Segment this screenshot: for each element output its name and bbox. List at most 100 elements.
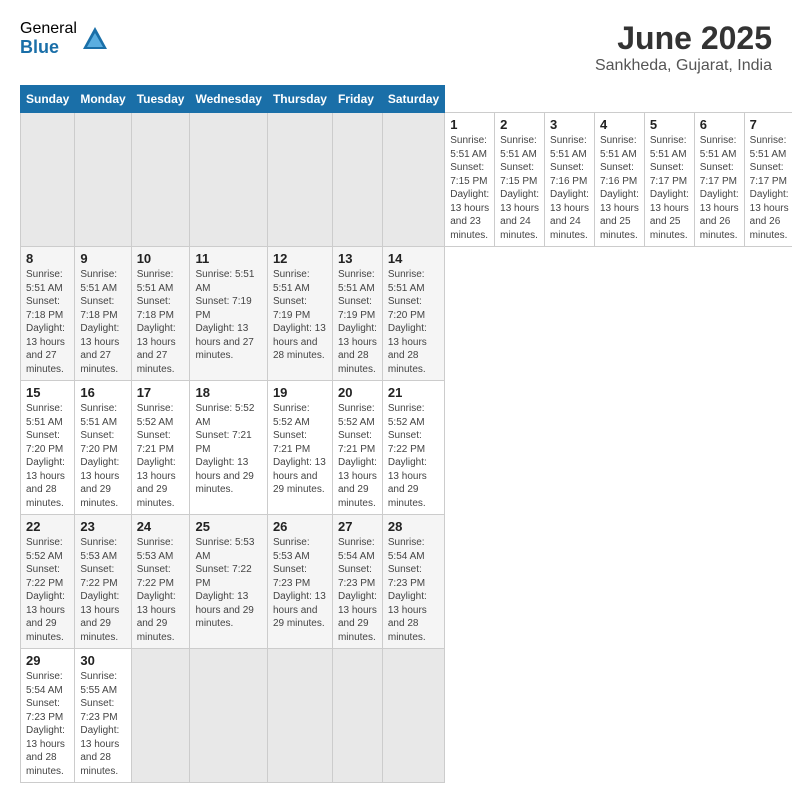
logo-text: General Blue xyxy=(20,20,77,57)
day-info: Sunrise: 5:51 AM Sunset: 7:17 PM Dayligh… xyxy=(650,134,689,242)
day-number: 15 xyxy=(26,385,69,400)
title-block: June 2025 Sankheda, Gujarat, India xyxy=(595,20,772,75)
col-wednesday: Wednesday xyxy=(190,86,267,113)
calendar-cell: 23 Sunrise: 5:53 AM Sunset: 7:22 PM Dayl… xyxy=(75,515,131,649)
day-info: Sunrise: 5:51 AM Sunset: 7:19 PM Dayligh… xyxy=(195,268,261,363)
day-number: 21 xyxy=(388,385,439,400)
calendar-cell: 29 Sunrise: 5:54 AM Sunset: 7:23 PM Dayl… xyxy=(21,649,75,783)
day-number: 9 xyxy=(80,251,125,266)
calendar-cell: 21 Sunrise: 5:52 AM Sunset: 7:22 PM Dayl… xyxy=(382,381,444,515)
day-number: 8 xyxy=(26,251,69,266)
day-info: Sunrise: 5:51 AM Sunset: 7:17 PM Dayligh… xyxy=(750,134,789,242)
calendar-header: Sunday Monday Tuesday Wednesday Thursday… xyxy=(21,86,792,113)
calendar-cell xyxy=(382,649,444,783)
day-info: Sunrise: 5:54 AM Sunset: 7:23 PM Dayligh… xyxy=(388,536,439,644)
calendar-cell: 17 Sunrise: 5:52 AM Sunset: 7:21 PM Dayl… xyxy=(131,381,190,515)
calendar-cell xyxy=(131,113,190,247)
day-number: 17 xyxy=(137,385,185,400)
calendar-cell xyxy=(267,649,332,783)
day-info: Sunrise: 5:52 AM Sunset: 7:22 PM Dayligh… xyxy=(388,402,439,510)
day-info: Sunrise: 5:52 AM Sunset: 7:21 PM Dayligh… xyxy=(338,402,377,510)
day-info: Sunrise: 5:51 AM Sunset: 7:19 PM Dayligh… xyxy=(338,268,377,376)
day-number: 18 xyxy=(195,385,261,400)
day-number: 26 xyxy=(273,519,327,534)
calendar-cell: 26 Sunrise: 5:53 AM Sunset: 7:23 PM Dayl… xyxy=(267,515,332,649)
calendar-cell xyxy=(131,649,190,783)
month-title: June 2025 xyxy=(595,20,772,57)
calendar-cell: 4 Sunrise: 5:51 AM Sunset: 7:16 PM Dayli… xyxy=(594,113,644,247)
logo-general: General xyxy=(20,20,77,38)
day-info: Sunrise: 5:55 AM Sunset: 7:23 PM Dayligh… xyxy=(80,670,125,778)
day-info: Sunrise: 5:51 AM Sunset: 7:16 PM Dayligh… xyxy=(550,134,589,242)
calendar-week-3: 15 Sunrise: 5:51 AM Sunset: 7:20 PM Dayl… xyxy=(21,381,792,515)
calendar-cell: 12 Sunrise: 5:51 AM Sunset: 7:19 PM Dayl… xyxy=(267,247,332,381)
col-friday: Friday xyxy=(332,86,382,113)
day-number: 7 xyxy=(750,117,789,132)
calendar-cell: 9 Sunrise: 5:51 AM Sunset: 7:18 PM Dayli… xyxy=(75,247,131,381)
calendar-cell xyxy=(190,649,267,783)
col-saturday: Saturday xyxy=(382,86,444,113)
calendar-cell: 28 Sunrise: 5:54 AM Sunset: 7:23 PM Dayl… xyxy=(382,515,444,649)
day-number: 28 xyxy=(388,519,439,534)
day-number: 2 xyxy=(500,117,539,132)
day-info: Sunrise: 5:51 AM Sunset: 7:19 PM Dayligh… xyxy=(273,268,327,363)
day-info: Sunrise: 5:51 AM Sunset: 7:15 PM Dayligh… xyxy=(500,134,539,242)
day-info: Sunrise: 5:53 AM Sunset: 7:23 PM Dayligh… xyxy=(273,536,327,631)
logo: General Blue xyxy=(20,20,109,57)
day-info: Sunrise: 5:51 AM Sunset: 7:18 PM Dayligh… xyxy=(137,268,185,376)
day-info: Sunrise: 5:51 AM Sunset: 7:18 PM Dayligh… xyxy=(80,268,125,376)
header-row: Sunday Monday Tuesday Wednesday Thursday… xyxy=(21,86,792,113)
calendar-cell: 5 Sunrise: 5:51 AM Sunset: 7:17 PM Dayli… xyxy=(644,113,694,247)
calendar-cell: 19 Sunrise: 5:52 AM Sunset: 7:21 PM Dayl… xyxy=(267,381,332,515)
day-number: 27 xyxy=(338,519,377,534)
day-info: Sunrise: 5:51 AM Sunset: 7:15 PM Dayligh… xyxy=(450,134,489,242)
calendar-cell xyxy=(332,113,382,247)
logo-blue: Blue xyxy=(20,38,77,58)
day-info: Sunrise: 5:53 AM Sunset: 7:22 PM Dayligh… xyxy=(137,536,185,644)
logo-icon xyxy=(81,25,109,53)
day-info: Sunrise: 5:52 AM Sunset: 7:21 PM Dayligh… xyxy=(137,402,185,510)
calendar-cell: 20 Sunrise: 5:52 AM Sunset: 7:21 PM Dayl… xyxy=(332,381,382,515)
calendar-cell: 14 Sunrise: 5:51 AM Sunset: 7:20 PM Dayl… xyxy=(382,247,444,381)
calendar-cell xyxy=(332,649,382,783)
calendar-cell: 27 Sunrise: 5:54 AM Sunset: 7:23 PM Dayl… xyxy=(332,515,382,649)
day-number: 23 xyxy=(80,519,125,534)
day-number: 3 xyxy=(550,117,589,132)
col-monday: Monday xyxy=(75,86,131,113)
col-sunday: Sunday xyxy=(21,86,75,113)
calendar-cell: 16 Sunrise: 5:51 AM Sunset: 7:20 PM Dayl… xyxy=(75,381,131,515)
calendar-table: Sunday Monday Tuesday Wednesday Thursday… xyxy=(20,85,792,783)
calendar-cell: 30 Sunrise: 5:55 AM Sunset: 7:23 PM Dayl… xyxy=(75,649,131,783)
calendar-cell xyxy=(382,113,444,247)
day-number: 4 xyxy=(600,117,639,132)
day-number: 30 xyxy=(80,653,125,668)
calendar-cell: 8 Sunrise: 5:51 AM Sunset: 7:18 PM Dayli… xyxy=(21,247,75,381)
calendar-week-1: 1 Sunrise: 5:51 AM Sunset: 7:15 PM Dayli… xyxy=(21,113,792,247)
calendar-cell: 1 Sunrise: 5:51 AM Sunset: 7:15 PM Dayli… xyxy=(445,113,495,247)
calendar-week-4: 22 Sunrise: 5:52 AM Sunset: 7:22 PM Dayl… xyxy=(21,515,792,649)
day-number: 16 xyxy=(80,385,125,400)
day-number: 12 xyxy=(273,251,327,266)
day-info: Sunrise: 5:51 AM Sunset: 7:20 PM Dayligh… xyxy=(80,402,125,510)
day-number: 24 xyxy=(137,519,185,534)
day-number: 29 xyxy=(26,653,69,668)
calendar-cell: 25 Sunrise: 5:53 AM Sunset: 7:22 PM Dayl… xyxy=(190,515,267,649)
day-info: Sunrise: 5:52 AM Sunset: 7:21 PM Dayligh… xyxy=(195,402,261,497)
day-number: 25 xyxy=(195,519,261,534)
calendar-cell: 22 Sunrise: 5:52 AM Sunset: 7:22 PM Dayl… xyxy=(21,515,75,649)
day-number: 20 xyxy=(338,385,377,400)
day-number: 14 xyxy=(388,251,439,266)
col-thursday: Thursday xyxy=(267,86,332,113)
day-info: Sunrise: 5:54 AM Sunset: 7:23 PM Dayligh… xyxy=(338,536,377,644)
calendar-cell: 3 Sunrise: 5:51 AM Sunset: 7:16 PM Dayli… xyxy=(545,113,595,247)
day-info: Sunrise: 5:51 AM Sunset: 7:18 PM Dayligh… xyxy=(26,268,69,376)
calendar-cell: 6 Sunrise: 5:51 AM Sunset: 7:17 PM Dayli… xyxy=(694,113,744,247)
day-number: 19 xyxy=(273,385,327,400)
day-number: 5 xyxy=(650,117,689,132)
calendar-cell: 7 Sunrise: 5:51 AM Sunset: 7:17 PM Dayli… xyxy=(744,113,792,247)
calendar-cell: 18 Sunrise: 5:52 AM Sunset: 7:21 PM Dayl… xyxy=(190,381,267,515)
day-info: Sunrise: 5:51 AM Sunset: 7:20 PM Dayligh… xyxy=(388,268,439,376)
day-info: Sunrise: 5:53 AM Sunset: 7:22 PM Dayligh… xyxy=(80,536,125,644)
day-info: Sunrise: 5:51 AM Sunset: 7:16 PM Dayligh… xyxy=(600,134,639,242)
calendar-week-5: 29 Sunrise: 5:54 AM Sunset: 7:23 PM Dayl… xyxy=(21,649,792,783)
